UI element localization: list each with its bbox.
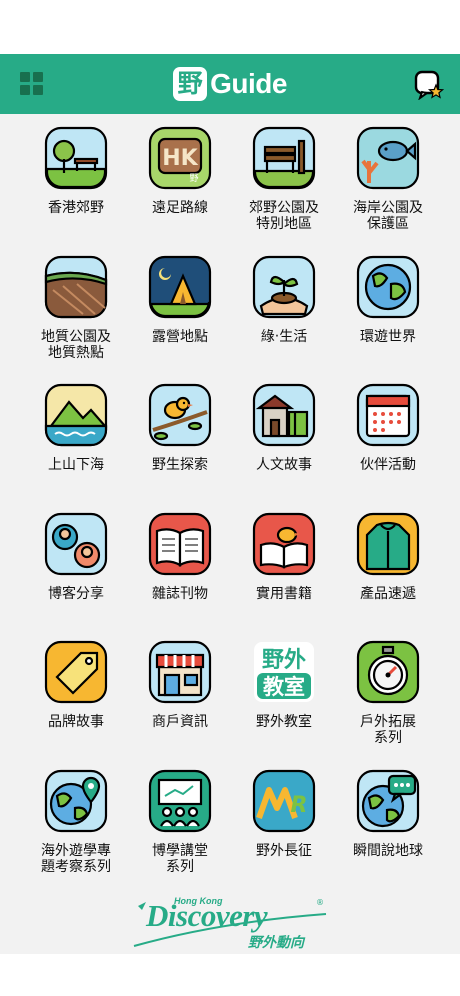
lecture-icon [148,769,212,832]
globe-chat-icon [356,769,420,832]
open-book-icon [148,512,212,575]
category-grid-area: 香港郊野 HK 野遠足路線 郊野公園及 特別地區 海岸公園及 保護區 地質公園及… [0,114,460,954]
category-tile[interactable]: 博客分享 [24,511,128,640]
category-tile-label: 香港郊野 [48,200,104,216]
hong-kong-discovery-logo: Hong Kong Discovery ® 野外動向 [130,892,330,952]
category-tile-label: 產品速遞 [360,585,416,602]
category-tile[interactable]: 綠‧生活 [232,254,336,383]
logo-text: Guide [210,68,287,99]
category-tile-label: 野外教室 [256,714,312,730]
category-tile[interactable]: 瞬間說地球 [336,768,440,897]
category-tile-label: 野外長征 [256,842,312,859]
favourites-chat-star-icon[interactable] [414,70,444,100]
category-tile-label: 伙伴活動 [360,457,416,473]
category-tile-label: 博學講堂 系列 [152,842,208,875]
category-tile[interactable]: 戶外拓展 系列 [336,639,440,768]
category-tile[interactable]: HK 野遠足路線 [128,125,232,254]
category-tile-label: 品牌故事 [48,714,104,730]
status-bar [0,0,460,54]
category-tile-label: 郊野公園及 特別地區 [249,200,319,232]
footer-chinese: 野外動向 [248,935,304,951]
rock-layers-icon [44,255,108,318]
stopwatch-icon [356,640,420,704]
category-tile[interactable]: 產品速遞 [336,511,440,640]
svg-text:野: 野 [189,173,198,184]
category-tile[interactable]: 郊野公園及 特別地區 [232,125,336,254]
svg-text:野外: 野外 [262,647,306,673]
category-tile[interactable]: 商戶資訊 [128,639,232,768]
globe-icon [356,255,420,318]
category-tile-label: 商戶資訊 [152,714,208,730]
outdoor-classroom-icon: 野外 教室 [254,642,314,702]
category-tile[interactable]: 雜誌刊物 [128,511,232,640]
category-tile-label: 雜誌刊物 [152,585,208,602]
category-tile-label: 綠‧生活 [260,328,308,345]
category-tile[interactable]: 品牌故事 [24,639,128,768]
category-tile-label: 上山下海 [48,457,104,473]
bottom-bar [0,954,460,996]
category-tile-label: 地質公園及 地質熱點 [41,328,111,361]
category-tile-label: 野生探索 [152,457,208,473]
category-tile[interactable]: 博學講堂 系列 [128,768,232,897]
tree-bench-icon [44,126,108,190]
category-tile-label: 遠足路線 [152,200,208,216]
svg-text:HK: HK [162,146,198,171]
category-grid: 香港郊野 HK 野遠足路線 郊野公園及 特別地區 海岸公園及 保護區 地質公園及… [24,125,440,896]
category-tile-label: 海岸公園及 保護區 [353,200,423,232]
category-tile[interactable]: 海岸公園及 保護區 [336,125,440,254]
category-tile[interactable]: 環遊世界 [336,254,440,383]
bird-book-icon [252,512,316,575]
category-tile-label: 博客分享 [48,585,104,602]
category-tile[interactable]: 香港郊野 [24,125,128,254]
sprout-hand-icon [252,255,316,318]
category-tile-label: 實用書籍 [256,585,312,602]
mr-logo-icon: R [252,769,316,832]
hk-stone-icon: HK 野 [148,126,212,190]
category-tile-label: 瞬間說地球 [353,842,423,859]
footer-reg: ® [316,898,324,907]
grid-menu-icon[interactable] [20,72,44,96]
jacket-icon [356,512,420,575]
category-tile-label: 海外遊學專 題考察系列 [41,842,111,875]
category-tile-label: 人文故事 [256,457,312,473]
blogger-chat-icon [44,512,108,575]
footer-discovery: Discovery [146,898,268,933]
shop-icon [148,640,212,704]
fish-coral-icon [356,126,420,190]
category-tile-label: 環遊世界 [360,328,416,345]
logo-badge: 野 [173,67,208,101]
category-tile[interactable]: 野外 教室 野外教室 [232,639,336,768]
tent-icon [148,255,212,318]
category-tile[interactable]: 地質公園及 地質熱點 [24,254,128,383]
svg-text:R: R [291,793,308,818]
globe-pin-icon [44,769,108,832]
park-bench-icon [252,126,316,190]
category-tile[interactable]: 露營地點 [128,254,232,383]
mountain-sea-icon [44,383,108,447]
tag-icon [44,640,108,704]
svg-text:教室: 教室 [263,675,305,699]
app-logo: 野 Guide [173,67,287,101]
category-tile-label: 露營地點 [152,328,208,345]
app-header: 野 Guide [0,54,460,114]
category-tile[interactable]: 野生探索 [128,382,232,511]
category-tile[interactable]: 上山下海 [24,382,128,511]
category-tile[interactable]: 伙伴活動 [336,382,440,511]
category-tile[interactable]: R 野外長征 [232,768,336,897]
category-tile[interactable]: 人文故事 [232,382,336,511]
bird-branch-icon [148,383,212,447]
category-tile[interactable]: 海外遊學專 題考察系列 [24,768,128,897]
village-house-icon [252,383,316,447]
calendar-icon [356,383,420,447]
category-tile[interactable]: 實用書籍 [232,511,336,640]
category-tile-label: 戶外拓展 系列 [360,714,416,746]
